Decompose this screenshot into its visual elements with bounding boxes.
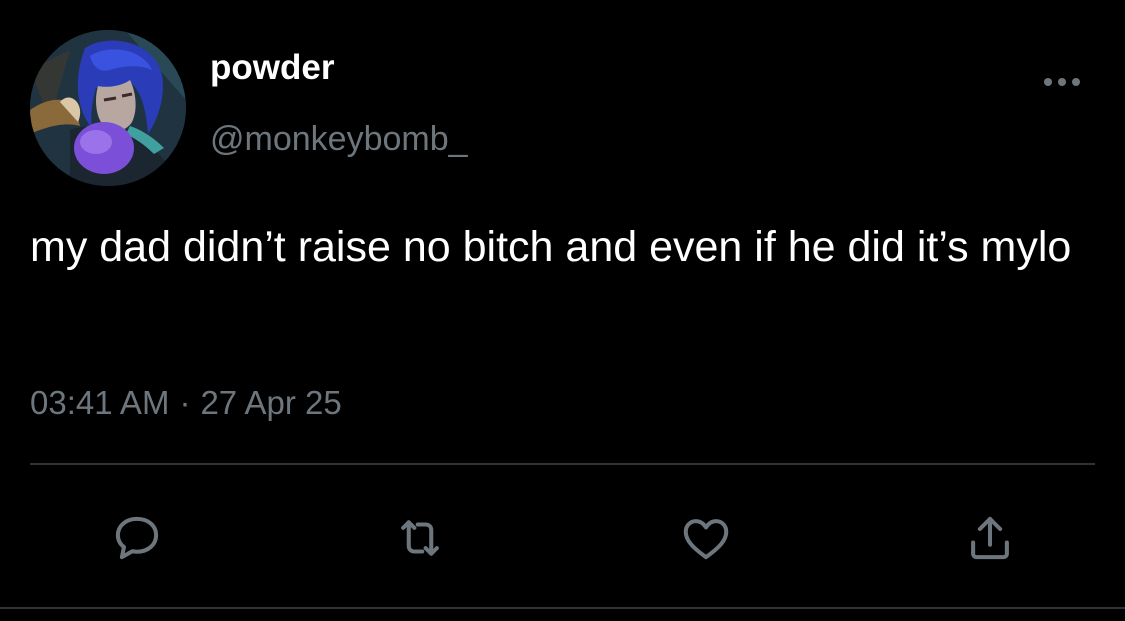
- tweet-date: 27 Apr 25: [200, 384, 342, 421]
- avatar-illustration: [30, 30, 186, 186]
- divider: [30, 463, 1095, 465]
- tweet-text: my dad didn’t raise no bitch and even if…: [30, 223, 1072, 271]
- more-options-button[interactable]: [1040, 72, 1084, 92]
- ellipsis-icon: [1044, 78, 1080, 86]
- heart-icon: [683, 519, 729, 560]
- user-handle[interactable]: @monkeybomb_: [210, 118, 468, 160]
- tweet-time: 03:41 AM: [30, 384, 170, 421]
- share-button[interactable]: [960, 508, 1020, 568]
- tweet-timestamp[interactable]: 03:41 AM · 27 Apr 25: [30, 381, 342, 425]
- reply-button[interactable]: [107, 508, 167, 568]
- share-icon: [971, 516, 1009, 560]
- bottom-divider: [0, 607, 1125, 609]
- like-button[interactable]: [676, 508, 736, 568]
- retweet-icon: [401, 520, 439, 556]
- display-name[interactable]: powder: [210, 46, 334, 90]
- retweet-button[interactable]: [390, 508, 450, 568]
- tweet-detail: powder @monkeybomb_ my dad didn’t raise …: [0, 0, 1125, 621]
- timestamp-separator: ·: [179, 384, 191, 421]
- profile-avatar[interactable]: [30, 30, 186, 186]
- reply-icon: [115, 516, 159, 560]
